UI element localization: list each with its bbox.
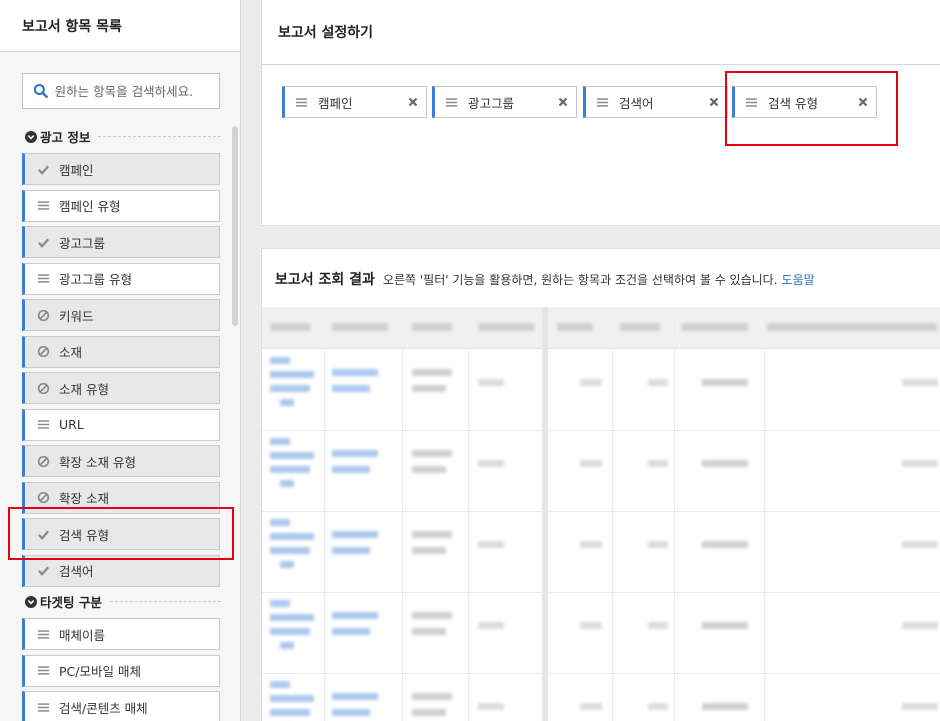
report-item-label: 매체이름 <box>59 627 106 643</box>
report-item[interactable]: 확장 소재 <box>22 481 220 514</box>
drag-handle-icon <box>745 97 758 107</box>
selected-item-chip[interactable]: 광고그룹 <box>432 86 577 118</box>
chip-label: 검색 유형 <box>768 95 818 111</box>
report-item[interactable]: 검색/콘텐츠 매체 <box>22 691 220 721</box>
report-item[interactable]: PC/모바일 매체 <box>22 654 220 687</box>
chip-label: 광고그룹 <box>468 95 515 111</box>
chip-label: 캠페인 <box>318 95 353 111</box>
report-item[interactable]: 매체이름 <box>22 618 220 650</box>
list-scrollbar[interactable] <box>232 126 238 326</box>
report-item[interactable]: 광고그룹 유형 <box>22 262 220 295</box>
check-icon <box>37 566 49 576</box>
item-search-box[interactable] <box>22 73 220 109</box>
prohibited-icon <box>37 309 49 321</box>
remove-icon[interactable] <box>408 97 418 107</box>
report-item[interactable]: 캠페인 <box>22 153 220 185</box>
result-header: 보고서 조회 결과 오른쪽 '필터' 기능을 활용하면, 원하는 항목과 조건을… <box>275 269 815 289</box>
drag-handle-icon <box>37 666 49 675</box>
drag-handle-icon <box>295 97 308 107</box>
remove-icon[interactable] <box>858 97 868 107</box>
group-title-0[interactable]: 광고 정보 <box>25 127 221 146</box>
report-item[interactable]: 캠페인 유형 <box>22 189 220 222</box>
report-settings-title: 보고서 설정하기 <box>262 0 940 65</box>
report-item-label: URL <box>59 417 84 432</box>
report-item-label: PC/모바일 매체 <box>59 664 141 679</box>
report-item-list-panel: 보고서 항목 목록 광고 정보 캠페인 캠페인 유형 광고그룹 광고그룹 유형 … <box>0 0 241 721</box>
remove-icon[interactable] <box>558 97 568 107</box>
selected-item-chip[interactable]: 검색어 <box>583 86 728 118</box>
drag-handle-icon <box>37 702 49 712</box>
result-description: 오른쪽 '필터' 기능을 활용하면, 원하는 항목과 조건을 선택하여 볼 수 … <box>382 273 778 287</box>
item-search-input[interactable] <box>54 83 219 99</box>
report-item-label: 캠페인 <box>59 162 94 178</box>
selected-item-chip[interactable]: 캠페인 <box>282 86 427 118</box>
collapse-chevron-icon <box>25 130 37 143</box>
check-icon <box>37 165 49 175</box>
chip-label: 검색어 <box>619 95 654 111</box>
report-item-label: 검색/콘텐츠 매체 <box>59 700 148 716</box>
report-settings-panel: 보고서 설정하기 캠페인 광고그룹 검색어 검색 유형 <box>261 0 940 226</box>
report-item[interactable]: 소재 <box>22 335 220 368</box>
report-item-label: 검색 유형 <box>59 527 109 543</box>
collapse-chevron-icon <box>25 595 37 608</box>
report-item[interactable]: 검색어 <box>22 554 220 587</box>
report-item-label: 캠페인 유형 <box>59 199 121 214</box>
prohibited-icon <box>37 455 49 467</box>
report-item-label: 검색어 <box>59 564 94 579</box>
report-item-label: 확장 소재 유형 <box>59 454 136 470</box>
report-item-label: 소재 <box>59 345 83 360</box>
drag-handle-icon <box>37 629 49 639</box>
drag-handle-icon <box>596 97 609 107</box>
report-item-list-title: 보고서 항목 목록 <box>0 0 240 52</box>
report-item-label: 확장 소재 <box>59 491 109 506</box>
group-title-1[interactable]: 타겟팅 구분 <box>25 592 221 611</box>
report-item-label: 광고그룹 유형 <box>59 272 132 287</box>
report-item[interactable]: 확장 소재 유형 <box>22 445 220 477</box>
result-title: 보고서 조회 결과 <box>275 272 375 288</box>
drag-handle-icon <box>37 274 49 283</box>
prohibited-icon <box>37 491 49 504</box>
selected-item-chip[interactable]: 검색 유형 <box>732 86 877 118</box>
drag-handle-icon <box>37 201 49 210</box>
report-item[interactable]: 광고그룹 <box>22 226 220 258</box>
report-result-panel: 보고서 조회 결과 오른쪽 '필터' 기능을 활용하면, 원하는 항목과 조건을… <box>261 248 940 721</box>
report-item[interactable]: URL <box>22 408 220 441</box>
drag-handle-icon <box>37 420 49 429</box>
report-item[interactable]: 키워드 <box>22 299 220 331</box>
prohibited-icon <box>37 345 49 358</box>
check-icon <box>37 530 49 540</box>
drag-handle-icon <box>445 97 458 107</box>
prohibited-icon <box>37 382 49 394</box>
report-item-label: 광고그룹 <box>59 235 106 251</box>
report-item[interactable]: 검색 유형 <box>22 518 220 550</box>
search-icon <box>33 84 48 99</box>
report-item-label: 소재 유형 <box>59 381 109 397</box>
remove-icon[interactable] <box>709 97 719 107</box>
help-link[interactable]: 도움말 <box>782 271 815 288</box>
check-icon <box>37 238 49 248</box>
report-item[interactable]: 소재 유형 <box>22 372 220 404</box>
report-item-label: 키워드 <box>59 308 94 324</box>
